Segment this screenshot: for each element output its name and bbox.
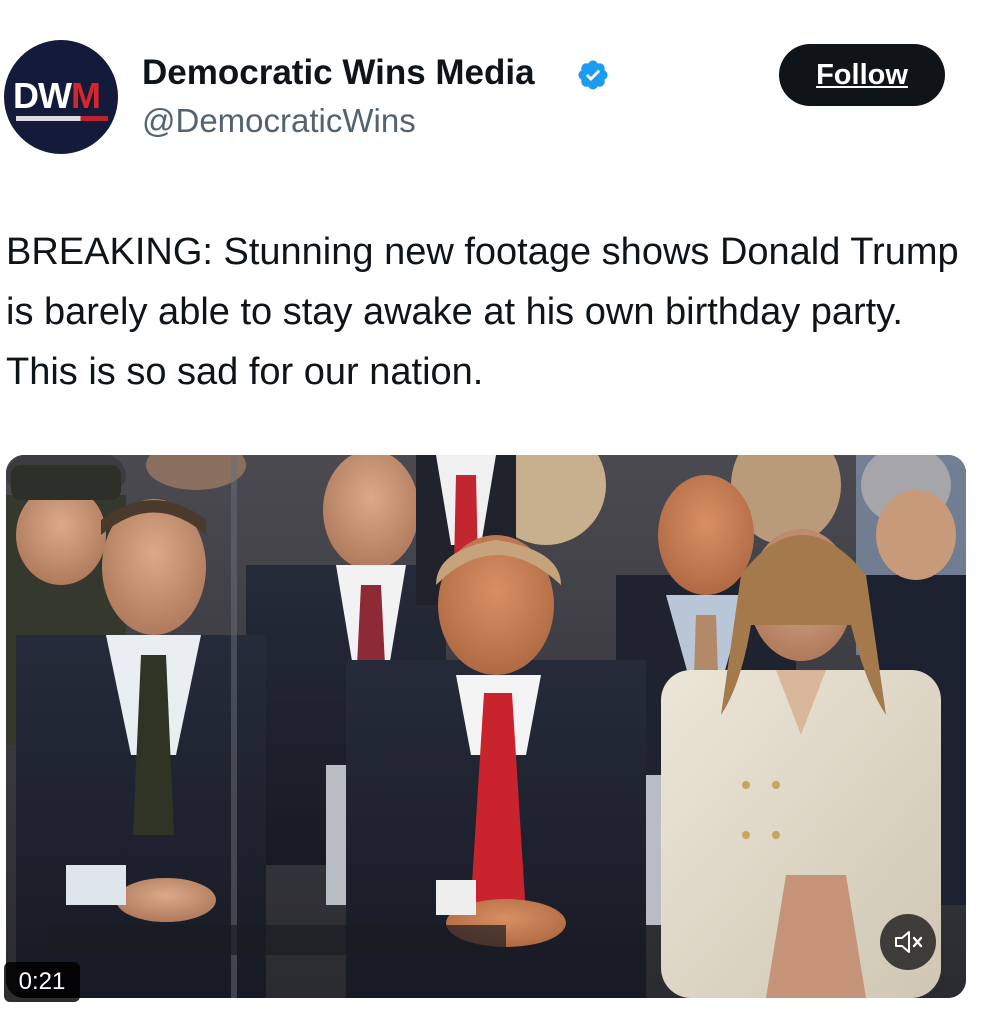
- display-name[interactable]: Democratic Wins Media: [142, 52, 535, 94]
- volume-muted-icon: [895, 931, 923, 953]
- video-player[interactable]: [6, 455, 966, 998]
- video-frame: [6, 455, 966, 998]
- account-handle[interactable]: @DemocraticWins: [142, 101, 416, 141]
- follow-button[interactable]: Follow: [779, 44, 945, 106]
- verified-badge-icon: [578, 60, 608, 90]
- avatar[interactable]: DWM: [4, 40, 118, 154]
- avatar-subtext-bar: [16, 116, 108, 121]
- avatar-logo: DWM: [13, 75, 101, 116]
- video-timestamp: 0:21: [4, 962, 80, 1002]
- mute-toggle-button[interactable]: [880, 914, 936, 970]
- tweet-text: BREAKING: Stunning new footage shows Don…: [6, 231, 959, 393]
